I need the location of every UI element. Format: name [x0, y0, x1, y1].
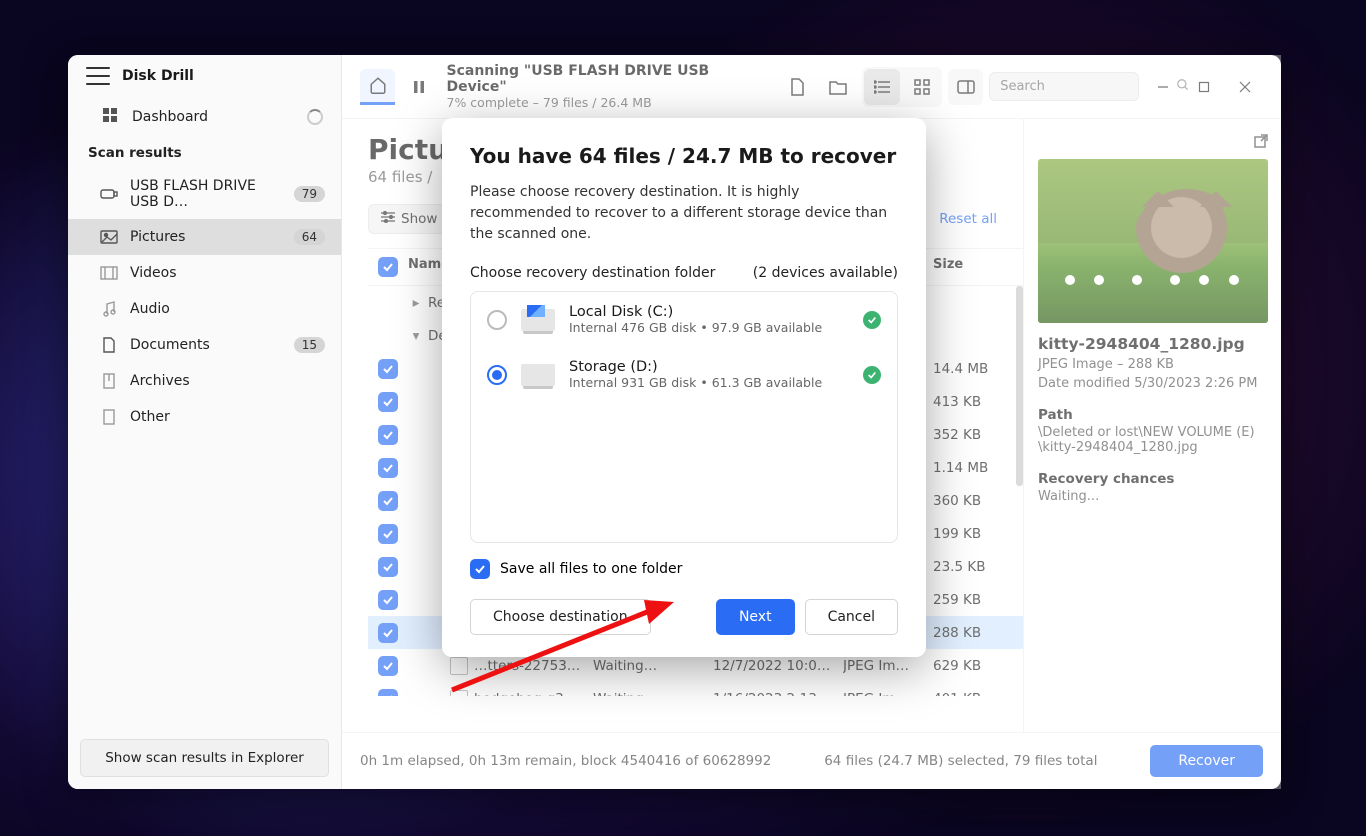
dashboard-icon	[102, 107, 118, 127]
menu-icon[interactable]	[86, 67, 110, 85]
disk-icon	[521, 364, 555, 386]
next-button[interactable]: Next	[716, 599, 795, 635]
sidebar-item-label: Pictures	[130, 229, 185, 245]
sidebar-item-image[interactable]: Pictures 64	[68, 219, 341, 255]
modal-description: Please choose recovery destination. It i…	[470, 182, 898, 245]
app-title: Disk Drill	[122, 68, 194, 84]
sidebar-item-label: Videos	[130, 265, 177, 281]
sidebar-item-label: Archives	[130, 373, 190, 389]
save-all-checkbox[interactable]: Save all files to one folder	[470, 559, 898, 579]
status-ok-icon	[863, 366, 881, 384]
scan-results-label: Scan results	[68, 137, 341, 169]
sidebar-badge: 79	[294, 186, 325, 202]
spinner-icon	[307, 109, 323, 125]
sidebar-item-usb[interactable]: USB FLASH DRIVE USB D… 79	[68, 169, 341, 219]
sidebar-badge: 64	[294, 229, 325, 245]
image-icon	[100, 228, 118, 246]
show-in-explorer-button[interactable]: Show scan results in Explorer	[80, 739, 329, 777]
device-option[interactable]: Storage (D:)Internal 931 GB disk • 61.3 …	[471, 347, 897, 402]
recovery-destination-modal: You have 64 files / 24.7 MB to recover P…	[442, 118, 926, 657]
sidebar-badge: 15	[294, 337, 325, 353]
sidebar-dashboard[interactable]: Dashboard	[68, 97, 341, 137]
device-list: Local Disk (C:)Internal 476 GB disk • 97…	[470, 291, 898, 543]
sidebar-item-label: Documents	[130, 337, 210, 353]
device-option[interactable]: Local Disk (C:)Internal 476 GB disk • 97…	[471, 292, 897, 347]
sidebar-item-archive[interactable]: Archives	[68, 363, 341, 399]
radio-icon	[487, 365, 507, 385]
dashboard-label: Dashboard	[132, 109, 208, 125]
cancel-button[interactable]: Cancel	[805, 599, 898, 635]
devices-available-label: (2 devices available)	[753, 265, 898, 281]
sidebar-item-note[interactable]: Audio	[68, 291, 341, 327]
sidebar-item-label: USB FLASH DRIVE USB D…	[130, 178, 282, 210]
modal-title: You have 64 files / 24.7 MB to recover	[470, 144, 898, 168]
disk-icon	[521, 309, 555, 331]
choose-folder-label: Choose recovery destination folder	[470, 265, 715, 281]
sidebar-item-other[interactable]: Other	[68, 399, 341, 435]
sidebar: Disk Drill Dashboard Scan results USB FL…	[68, 55, 342, 789]
sidebar-item-label: Other	[130, 409, 170, 425]
sidebar-header: Disk Drill	[68, 55, 341, 97]
usb-icon	[100, 185, 118, 203]
sidebar-item-label: Audio	[130, 301, 170, 317]
doc-icon	[100, 336, 118, 354]
checkbox-icon	[470, 559, 490, 579]
film-icon	[100, 264, 118, 282]
status-ok-icon	[863, 311, 881, 329]
sidebar-item-doc[interactable]: Documents 15	[68, 327, 341, 363]
other-icon	[100, 408, 118, 426]
note-icon	[100, 300, 118, 318]
radio-icon	[487, 310, 507, 330]
sidebar-item-film[interactable]: Videos	[68, 255, 341, 291]
choose-destination-button[interactable]: Choose destination	[470, 599, 651, 635]
archive-icon	[100, 372, 118, 390]
